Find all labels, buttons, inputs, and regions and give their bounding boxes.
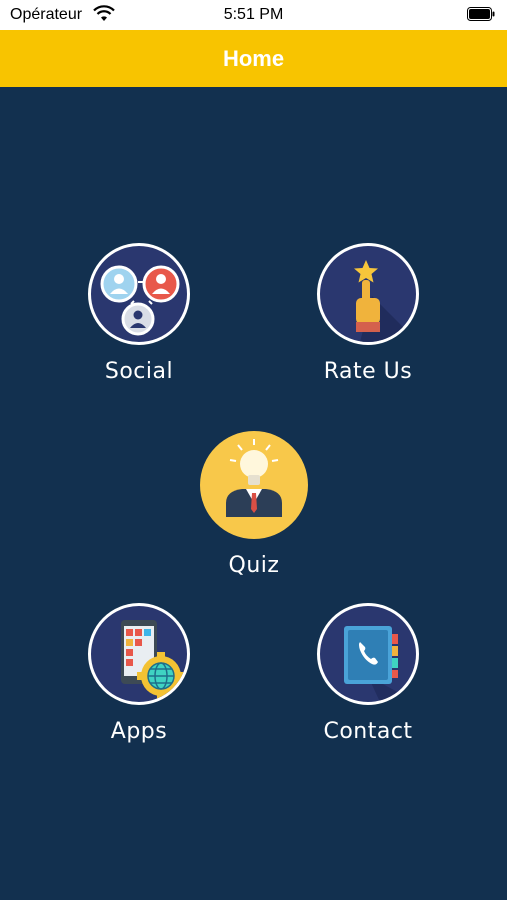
- social-label: Social: [104, 359, 174, 384]
- social-button[interactable]: Social: [59, 243, 219, 403]
- battery-icon: [467, 7, 495, 21]
- nav-bar: Home: [0, 30, 507, 87]
- phone-apps-gear-icon: [121, 620, 185, 700]
- apps-icon-circle[interactable]: [88, 603, 190, 705]
- apps-label: Apps: [110, 719, 168, 744]
- contact-label: Contact: [323, 719, 413, 744]
- page-title: Home: [222, 45, 285, 71]
- lightbulb-person-icon: [226, 439, 282, 517]
- quiz-label: Quiz: [228, 553, 280, 578]
- contact-button[interactable]: Contact: [288, 603, 448, 763]
- people-network-icon: [100, 265, 180, 336]
- social-icon-circle[interactable]: [88, 243, 190, 345]
- rate-us-label: Rate Us: [323, 359, 413, 384]
- rate-us-button[interactable]: Rate Us: [288, 243, 448, 403]
- contact-icon-circle[interactable]: [317, 603, 419, 705]
- status-bar: Opérateur 5:51 PM: [0, 0, 507, 30]
- quiz-icon-circle[interactable]: [200, 431, 308, 539]
- apps-button[interactable]: Apps: [59, 603, 219, 763]
- rate-us-icon-circle[interactable]: [317, 243, 419, 345]
- phonebook-icon: [344, 626, 416, 702]
- quiz-button[interactable]: Quiz: [174, 431, 334, 591]
- star-hand-icon: [354, 260, 416, 342]
- status-time: 5:51 PM: [223, 6, 284, 23]
